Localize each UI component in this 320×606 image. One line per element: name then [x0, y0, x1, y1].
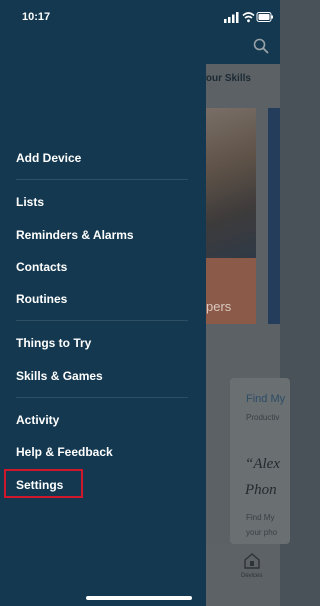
menu-item-help-feedback[interactable]: Help & Feedback — [16, 445, 113, 459]
background-section-title: Your Skills — [200, 73, 251, 84]
featured-card-title: Find My — [246, 393, 286, 405]
menu-item-routines[interactable]: Routines — [16, 292, 67, 306]
status-icons — [224, 12, 273, 23]
settings-highlight-box — [4, 469, 83, 498]
skill-card-next[interactable] — [268, 108, 280, 324]
divider — [16, 179, 188, 180]
menu-item-add-device[interactable]: Add Device — [16, 151, 81, 165]
menu-item-contacts[interactable]: Contacts — [16, 260, 67, 274]
menu-item-lists[interactable]: Lists — [16, 195, 44, 209]
divider — [16, 320, 188, 321]
signal-icon — [224, 12, 239, 23]
menu-item-things-to-try[interactable]: Things to Try — [16, 336, 91, 350]
home-indicator[interactable] — [86, 596, 192, 600]
status-time: 10:17 — [22, 11, 51, 23]
featured-card-desc: your pho — [246, 528, 278, 537]
featured-card-quote-line: Phon — [245, 482, 277, 498]
menu-item-reminders-alarms[interactable]: Reminders & Alarms — [16, 228, 134, 242]
card-banner-text: pers — [206, 299, 232, 314]
wifi-icon — [242, 12, 255, 23]
featured-card-category: Productiv — [246, 413, 280, 422]
featured-card-desc: Find My — [246, 513, 275, 522]
menu-item-activity[interactable]: Activity — [16, 413, 59, 427]
battery-icon — [256, 12, 273, 22]
menu-item-skills-games[interactable]: Skills & Games — [16, 369, 103, 383]
tab-devices-label[interactable]: Devices — [241, 573, 262, 579]
featured-card-quote-line: “Alex — [245, 456, 280, 472]
devices-icon[interactable] — [244, 553, 260, 569]
divider — [16, 397, 188, 398]
search-icon[interactable] — [253, 38, 269, 54]
